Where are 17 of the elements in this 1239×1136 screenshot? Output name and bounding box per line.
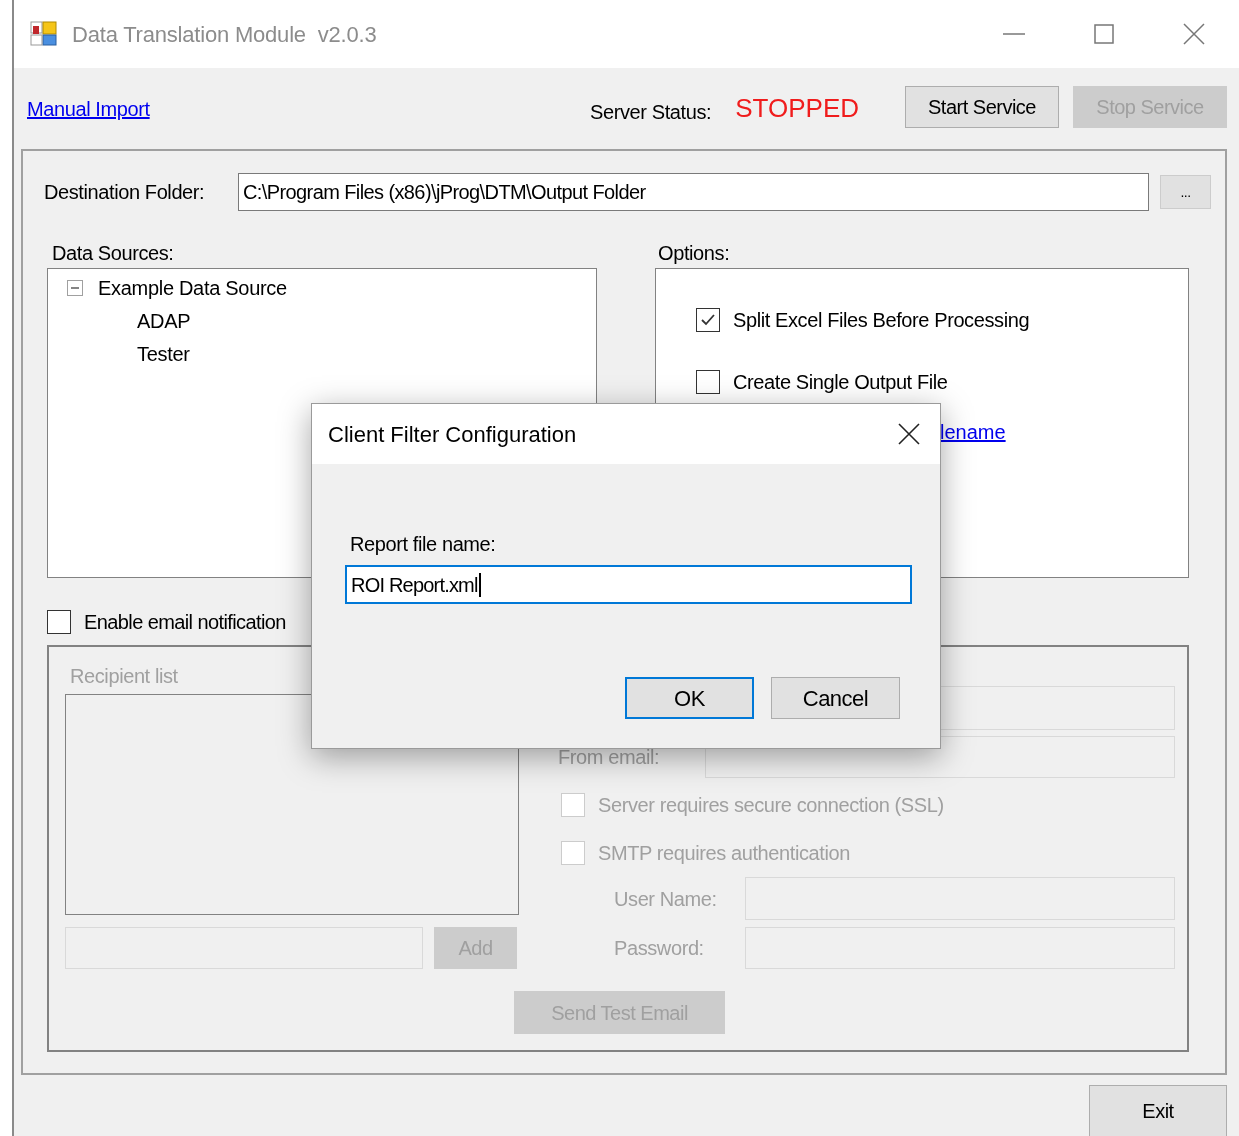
option-label: Split Excel Files Before Processing — [733, 308, 1030, 333]
recipient-list-label: Recipient list — [70, 664, 179, 689]
options-label: Options: — [658, 241, 731, 266]
server-status-label: Server Status: — [590, 99, 712, 125]
user-name-label: User Name: — [614, 886, 718, 912]
window-title: Data Translation Module v2.0.3 — [72, 20, 377, 49]
email-option-label: SMTP requires authentication — [598, 841, 850, 866]
destination-label: Destination Folder: — [44, 180, 206, 205]
from-email-label: From email: — [558, 745, 661, 770]
dialog-title: Client Filter Configuration — [328, 420, 577, 449]
password-label: Password: — [614, 936, 705, 961]
email-option-label: Server requires secure connection (SSL) — [598, 793, 944, 818]
server-status-value: STOPPED — [735, 92, 859, 125]
data-sources-label: Data Sources: — [52, 241, 175, 266]
enable-email-label: Enable email notification — [84, 610, 286, 635]
option-label: Create Single Output File — [733, 370, 948, 395]
report-file-name-label: Report file name: — [350, 532, 497, 557]
